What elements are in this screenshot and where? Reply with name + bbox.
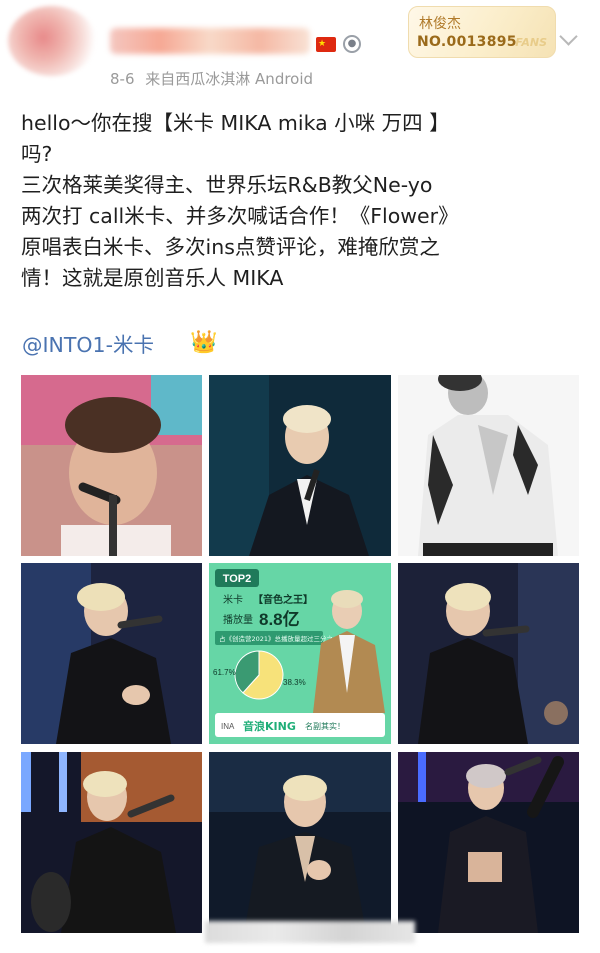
chart-footer-left: INA (221, 722, 235, 731)
china-flag-icon: ★ (316, 37, 336, 52)
post-meta: 8-6 来自西瓜冰淇淋 Android (110, 68, 319, 89)
post-line: 原唱表白米卡、多次ins点赞评论，难掩欣赏之 (21, 235, 440, 259)
fans-badge-number: NO.0013895 (417, 34, 517, 50)
fans-badge-name: 林俊杰 (419, 16, 461, 32)
redacted-bar (205, 921, 415, 943)
chart-footer-brand: 音浪KING (243, 719, 296, 733)
chart-card[interactable]: TOP2 米卡 【音色之王】 播放量 8.8亿 占《创造营2021》总播放量超过… (209, 563, 391, 744)
pie-label-2: 38.3% (283, 678, 306, 687)
photo-tile-1[interactable] (21, 375, 202, 556)
post-line: 三次格莱美奖得主、世界乐坛R&B教父Ne-yo (21, 173, 433, 197)
chart-plays-label: 播放量 (223, 613, 253, 626)
fans-badge-tag: FANS (515, 36, 547, 49)
photo-tile-4[interactable] (21, 563, 202, 744)
chart-plays-value: 8.8亿 (259, 609, 300, 629)
chart-rank: TOP2 (223, 573, 252, 585)
post-body: hello～你在搜【米卡 MIKA mika 小咪 万四 】 吗? 三次格莱美奖… (21, 108, 591, 294)
chart-footer-right: 名副其实！ (305, 721, 345, 731)
fans-badge-card[interactable]: 林俊杰 NO.0013895 FANS (408, 6, 556, 58)
post-source[interactable]: 来自西瓜冰淇淋 Android (145, 70, 313, 88)
avatar[interactable] (8, 6, 96, 76)
photo-tile-6[interactable] (398, 563, 579, 744)
photo-tile-8[interactable] (209, 752, 391, 933)
pie-chart (234, 650, 284, 700)
photo-tile-7[interactable] (21, 752, 202, 933)
post-line: 情！这就是原创音乐人 MIKA (21, 266, 284, 290)
chart-title-tag: 【音色之王】 (253, 593, 313, 606)
crown-icon: 👑 (190, 330, 218, 355)
medal-icon: ● (343, 35, 361, 53)
photo-tile-2[interactable] (209, 375, 391, 556)
chart-name: 米卡 (223, 593, 243, 606)
post-time: 8-6 (110, 70, 135, 88)
photo-tile-3[interactable] (398, 375, 579, 556)
photo-tile-9[interactable] (398, 752, 579, 933)
username-redacted[interactable] (110, 28, 310, 54)
chart-card-graphic: TOP2 米卡 【音色之王】 播放量 8.8亿 占《创造营2021》总播放量超过… (209, 563, 391, 744)
mention-link[interactable]: @INTO1-米卡 (22, 328, 154, 358)
post-line: 吗? (21, 142, 53, 166)
chevron-down-icon[interactable] (559, 27, 578, 46)
post-line: hello～你在搜【米卡 MIKA mika 小咪 万四 】 (21, 111, 450, 135)
chart-caption: 占《创造营2021》总播放量超过三分之一 (219, 634, 340, 643)
post-line: 两次打 call米卡、并多次喊话合作！《Flower》 (21, 204, 459, 228)
pie-label-1: 61.7% (213, 668, 236, 677)
